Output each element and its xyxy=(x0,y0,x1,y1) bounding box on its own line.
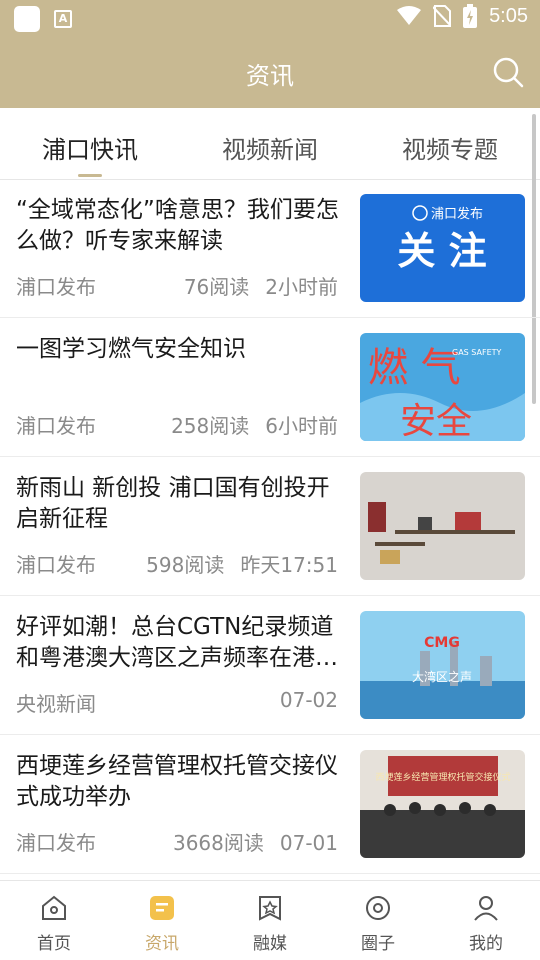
bottom-nav: 首页 资讯 融媒 圈子 我的 xyxy=(0,880,540,960)
news-thumbnail: 西埂莲乡经营管理权托管交接仪式 xyxy=(360,750,525,858)
app-notification-icon xyxy=(14,6,40,32)
news-reads: 76阅读 xyxy=(183,275,250,299)
wifi-icon xyxy=(397,6,422,25)
nav-home[interactable]: 首页 xyxy=(9,893,99,954)
no-sim-icon xyxy=(433,5,452,27)
news-source: 央视新闻 xyxy=(16,692,96,716)
status-bar: A 5:05 xyxy=(0,0,540,38)
nav-news-label: 资讯 xyxy=(145,934,179,954)
news-stats: 598阅读 昨天17:51 xyxy=(146,549,338,578)
nav-media[interactable]: 融媒 xyxy=(225,893,315,954)
news-time: 昨天17:51 xyxy=(240,553,338,577)
tab-video-topics[interactable]: 视频专题 xyxy=(402,130,498,165)
nav-circle[interactable]: 圈子 xyxy=(333,893,423,954)
cgtn-bay-area-image: CMG 大湾区之声 xyxy=(360,611,525,719)
news-thumbnail xyxy=(360,472,525,580)
news-thumbnail: 燃 气 安全 GAS SAFETY xyxy=(360,333,525,441)
news-time: 6小时前 xyxy=(265,414,338,438)
tab-video-news[interactable]: 视频新闻 xyxy=(222,130,318,165)
news-item[interactable]: “全域常态化”啥意思？我们要怎么做？听专家来解读 浦口发布 76阅读 2小时前 浦… xyxy=(0,179,540,318)
ceremony-banner-text: 西埂莲乡经营管理权托管交接仪式 xyxy=(375,771,510,783)
news-stats: 258阅读 6小时前 xyxy=(171,410,338,439)
home-icon xyxy=(42,895,66,920)
status-time: 5:05 xyxy=(489,4,528,27)
nav-news[interactable]: 资讯 xyxy=(117,893,207,954)
news-title: 好评如潮！总台CGTN纪录频道和粤港澳大湾区之声频率在港… xyxy=(16,614,338,671)
news-title: 新雨山 新创投 浦口国有创投开启新征程 xyxy=(16,475,330,532)
category-tabs: 浦口快讯 视频新闻 视频专题 xyxy=(0,110,540,180)
cmg-logo-text: CMG xyxy=(424,635,460,651)
news-item[interactable]: 一图学习燃气安全知识 浦口发布 258阅读 6小时前 燃 气 安全 GAS SAF… xyxy=(0,318,540,457)
news-item[interactable]: 新雨山 新创投 浦口国有创投开启新征程 浦口发布 598阅读 昨天17:51 xyxy=(0,457,540,596)
search-icon[interactable] xyxy=(492,56,524,88)
bay-area-text: 大湾区之声 xyxy=(412,669,472,684)
news-title: “全域常态化”啥意思？我们要怎么做？听专家来解读 xyxy=(16,197,339,254)
nav-mine-label: 我的 xyxy=(469,934,503,954)
gas-title-text: 燃 气 xyxy=(368,345,461,391)
news-source: 浦口发布 xyxy=(16,553,96,577)
user-icon xyxy=(474,896,498,921)
ceremony-image: 西埂莲乡经营管理权托管交接仪式 xyxy=(360,750,525,858)
thumb-follow-text: 关 注 xyxy=(397,229,486,273)
news-source: 浦口发布 xyxy=(16,414,96,438)
news-icon xyxy=(150,896,174,920)
office-wall-image xyxy=(360,472,525,580)
gas-safety-small-text: GAS SAFETY xyxy=(452,348,502,357)
nav-circle-label: 圈子 xyxy=(361,934,395,954)
thumb-brand-text: 浦口发布 xyxy=(431,206,483,222)
circle-icon xyxy=(366,896,390,920)
news-source: 浦口发布 xyxy=(16,831,96,855)
active-tab-indicator xyxy=(78,174,102,177)
news-item[interactable]: 西埂莲乡经营管理权托管交接仪式成功举办 浦口发布 3668阅读 07-01 西埂莲… xyxy=(0,735,540,874)
font-a-icon: A xyxy=(54,10,72,28)
news-item[interactable]: 好评如潮！总台CGTN纪录频道和粤港澳大湾区之声频率在港… 央视新闻 07-02… xyxy=(0,596,540,735)
news-time: 07-02 xyxy=(279,688,338,712)
news-stats: 76阅读 2小时前 xyxy=(184,271,338,300)
status-left: A xyxy=(14,6,72,32)
star-document-icon xyxy=(259,896,281,921)
news-time: 07-01 xyxy=(279,831,338,855)
news-reads: 598阅读 xyxy=(146,553,225,577)
news-thumbnail: 浦口发布 关 注 xyxy=(360,194,525,302)
gas-safety-image: 燃 气 安全 GAS SAFETY xyxy=(360,333,525,441)
battery-charging-icon xyxy=(463,4,478,28)
news-stats: 07-02 xyxy=(280,688,338,712)
news-source: 浦口发布 xyxy=(16,275,96,299)
news-time: 2小时前 xyxy=(265,275,338,299)
header-bar: 资讯 xyxy=(0,38,540,108)
nav-home-label: 首页 xyxy=(37,934,71,954)
news-reads: 3668阅读 xyxy=(172,831,264,855)
follow-banner-image: 浦口发布 关 注 xyxy=(360,194,525,302)
news-title: 西埂莲乡经营管理权托管交接仪式成功举办 xyxy=(16,753,338,810)
news-reads: 258阅读 xyxy=(171,414,250,438)
page-title: 资讯 xyxy=(246,62,294,90)
nav-mine[interactable]: 我的 xyxy=(441,893,531,954)
news-stats: 3668阅读 07-01 xyxy=(173,827,338,856)
status-right: 5:05 xyxy=(397,4,528,28)
news-thumbnail: CMG 大湾区之声 xyxy=(360,611,525,719)
news-title: 一图学习燃气安全知识 xyxy=(16,336,246,362)
nav-media-label: 融媒 xyxy=(253,934,287,954)
safety-title-text: 安全 xyxy=(400,401,472,441)
tab-pukou-news[interactable]: 浦口快讯 xyxy=(42,130,138,165)
